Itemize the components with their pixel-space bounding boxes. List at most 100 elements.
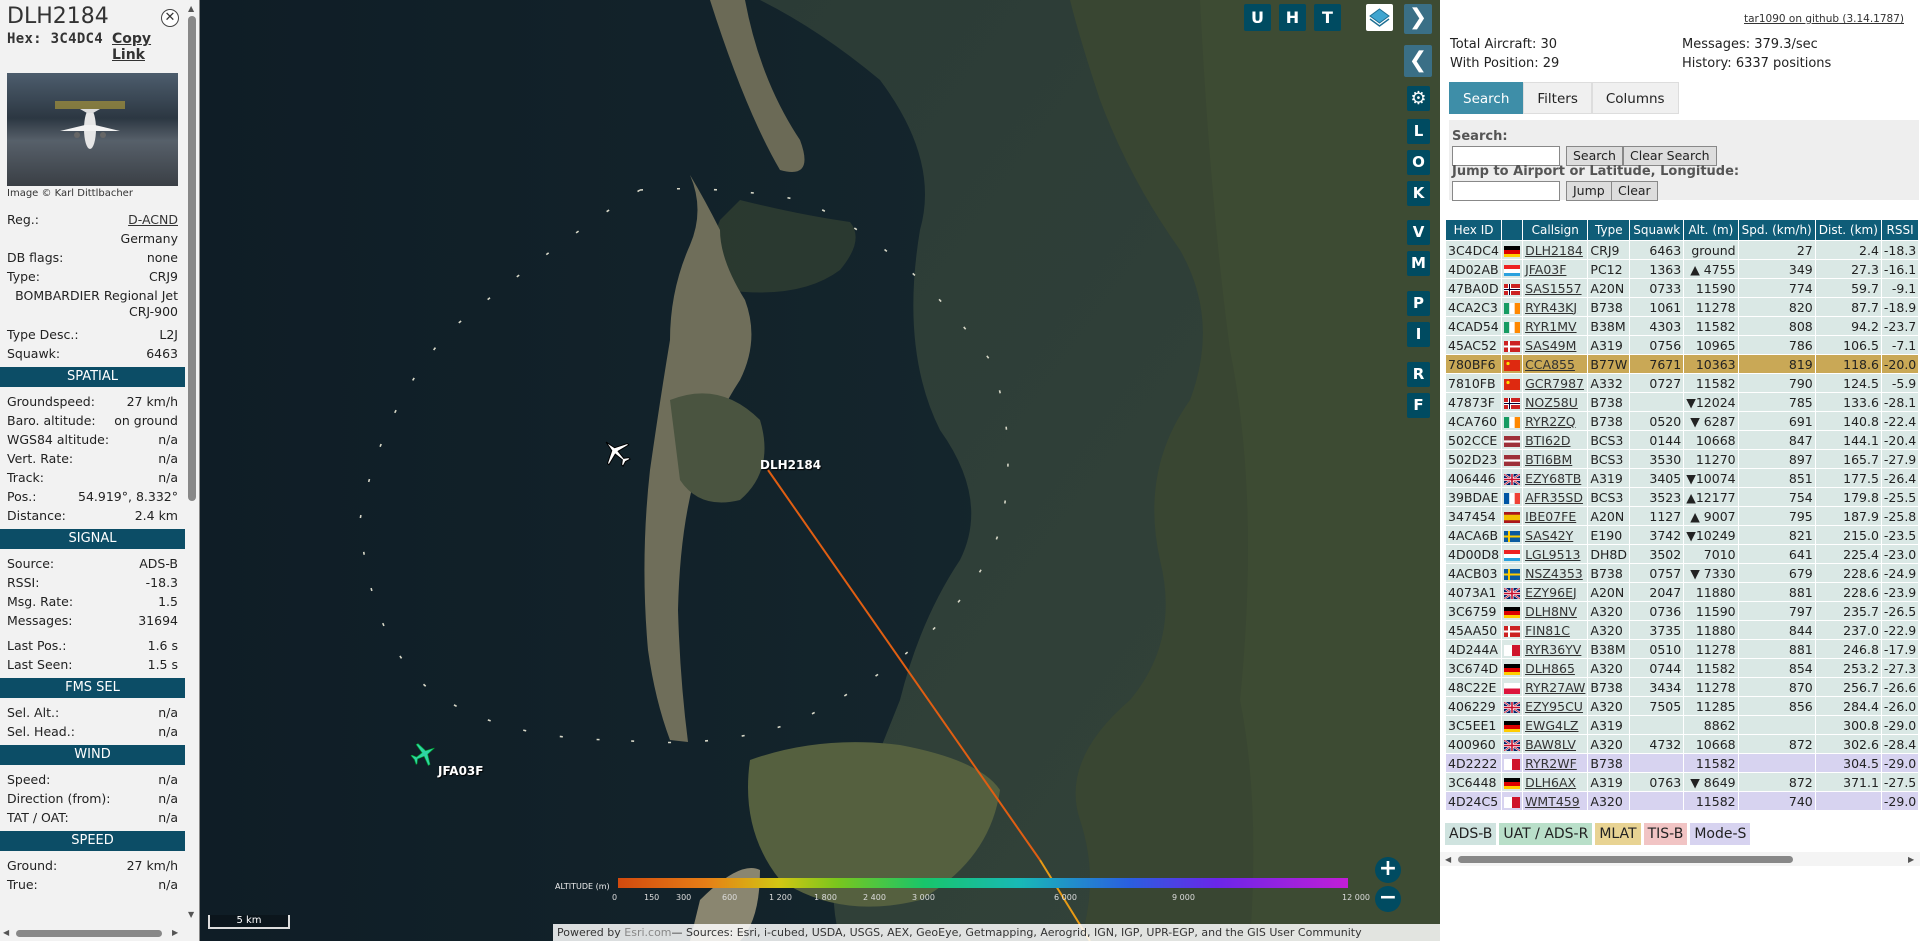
column-header-altitude[interactable]: Alt. (m) [1684, 220, 1738, 240]
table-row[interactable]: 47BA0D SAS1557 A20N 0733 11590 774 59.7 -9.1 [1446, 279, 1919, 297]
callsign-cell[interactable]: SAS1557 [1523, 279, 1588, 297]
table-row[interactable]: 4CAD54 RYR1MV B38M 4303 11582 808 94.2 -23.7 [1446, 317, 1919, 335]
callsign-cell[interactable]: SAS49M [1523, 336, 1588, 354]
map-button-m[interactable]: M [1407, 251, 1430, 276]
map-button-p[interactable]: P [1407, 291, 1430, 316]
table-row[interactable]: 4CA760 RYR2ZQ B738 0520 ▼ 6287 691 140.8 -22.4 [1446, 412, 1919, 430]
map-button-i[interactable]: I [1407, 322, 1430, 347]
table-row[interactable]: 347454 IBE07FE A20N 1127 ▲ 9007 795 187.9 -25.8 [1446, 507, 1919, 525]
back-button[interactable]: ❮ [1404, 45, 1432, 77]
column-header-speed[interactable]: Spd. (km/h) [1738, 220, 1815, 240]
callsign-cell[interactable]: DLH2184 [1523, 241, 1588, 259]
table-row[interactable]: 3C6448 DLH6AX A319 0763 ▼ 8649 872 371.1 -27.5 [1446, 773, 1919, 791]
info-scroll-thumb[interactable] [188, 16, 196, 501]
search-button[interactable]: Search [1566, 146, 1623, 166]
map-button-v[interactable]: V [1407, 220, 1430, 245]
legend-mode-s[interactable]: Mode-S [1690, 823, 1751, 845]
column-header-flag[interactable] [1502, 220, 1523, 240]
callsign-cell[interactable]: DLH6AX [1523, 773, 1588, 791]
table-row[interactable]: 45AC52 SAS49M A319 0756 10965 786 106.5 -7.1 [1446, 336, 1919, 354]
callsign-cell[interactable]: BTI6BM [1523, 450, 1588, 468]
legend-tis-b[interactable]: TIS-B [1643, 823, 1688, 845]
callsign-cell[interactable]: JFA03F [1523, 260, 1588, 278]
callsign-cell[interactable]: BTI62D [1523, 431, 1588, 449]
map-view[interactable]: ALTITUDE (m) 0 150 300 600 1 200 1 800 2 400 3 … [200, 0, 1440, 941]
table-row[interactable]: 3C674D DLH865 A320 0744 11582 854 253.2 -27.3 [1446, 659, 1919, 677]
callsign-cell[interactable]: DLH865 [1523, 659, 1588, 677]
column-header-squawk[interactable]: Squawk [1630, 220, 1684, 240]
table-row[interactable]: 502CCE BTI62D BCS3 0144 10668 847 144.1 -20.4 [1446, 431, 1919, 449]
callsign-cell[interactable]: RYR36YV [1523, 640, 1588, 658]
legend-uat-ads-r[interactable]: UAT / ADS-R [1499, 823, 1593, 845]
callsign-cell[interactable]: EZY68TB [1523, 469, 1588, 487]
table-row[interactable]: 406446 EZY68TB A319 3405 ▼10074 851 177.5 -26.4 [1446, 469, 1919, 487]
table-row[interactable]: 4D24C5 WMT459 A320 11582 740 -29.0 [1446, 792, 1919, 810]
table-row[interactable]: 4ACA6B SAS42Y E190 3742 ▼10249 821 215.0 -23.5 [1446, 526, 1919, 544]
settings-button[interactable]: ⚙ [1407, 86, 1430, 111]
scroll-left-icon[interactable]: ◀ [3, 928, 9, 937]
column-header-rssi[interactable]: RSSI [1881, 220, 1919, 240]
map-button-t[interactable]: T [1314, 4, 1341, 31]
table-hscroll-thumb[interactable] [1458, 856, 1793, 863]
map-button-r[interactable]: R [1407, 362, 1430, 387]
table-row[interactable]: 39BDAE AFR35SD BCS3 3523 ▲12177 754 179.8 -25.5 [1446, 488, 1919, 506]
aircraft-label-dlh2184[interactable]: DLH2184 [760, 458, 821, 472]
table-row[interactable]: 48C22E RYR27AW B738 3434 11278 870 256.7 -26.6 [1446, 678, 1919, 696]
table-row[interactable]: 4ACB03 NSZ4353 B738 0757 ▼ 7330 679 228.6 -24.9 [1446, 564, 1919, 582]
search-input[interactable] [1452, 146, 1560, 166]
table-row[interactable]: 7810FB GCR7987 A332 0727 11582 790 124.5 -5.9 [1446, 374, 1919, 392]
scroll-down-icon[interactable]: ▼ [188, 910, 194, 919]
table-row[interactable]: 502D23 BTI6BM BCS3 3530 11270 897 165.7 -27.9 [1446, 450, 1919, 468]
copy-link[interactable]: Copy Link [112, 31, 185, 63]
close-icon[interactable]: ✕ [161, 9, 179, 27]
callsign-cell[interactable]: RYR27AW [1523, 678, 1588, 696]
table-row[interactable]: 3C5EE1 EWG4LZ A319 8862 300.8 -29.0 [1446, 716, 1919, 734]
callsign-cell[interactable]: RYR2ZQ [1523, 412, 1588, 430]
map-button-u[interactable]: U [1244, 4, 1271, 31]
aircraft-label-jfa03f[interactable]: JFA03F [438, 764, 483, 778]
tab-filters[interactable]: Filters [1523, 82, 1592, 114]
scroll-right-icon[interactable]: ▶ [172, 928, 178, 937]
callsign-cell[interactable]: SAS42Y [1523, 526, 1588, 544]
info-hscroll-thumb[interactable] [16, 930, 162, 937]
scroll-right-icon[interactable]: ▶ [1908, 855, 1914, 864]
table-row[interactable]: 4D02AB JFA03F PC12 1363 ▲ 4755 349 27.3 -16.1 [1446, 260, 1919, 278]
aircraft-photo[interactable] [7, 73, 178, 186]
callsign-cell[interactable]: WMT459 [1523, 792, 1588, 810]
table-row[interactable]: 47873F NOZ58U B738 ▼12024 785 133.6 -28.1 [1446, 393, 1919, 411]
callsign-cell[interactable]: EWG4LZ [1523, 716, 1588, 734]
tab-search[interactable]: Search [1449, 82, 1524, 114]
zoom-out-button[interactable]: − [1375, 886, 1401, 912]
callsign-cell[interactable]: RYR1MV [1523, 317, 1588, 335]
callsign-cell[interactable]: FIN81C [1523, 621, 1588, 639]
info-vertical-scrollbar[interactable]: ▲ ▼ [186, 4, 198, 921]
scroll-left-icon[interactable]: ◀ [1445, 855, 1451, 864]
table-horizontal-scrollbar[interactable]: ◀ ▶ [1440, 852, 1920, 866]
table-row[interactable]: 4D00D8 LGL9513 DH8D 3502 7010 641 225.4 -23.0 [1446, 545, 1919, 563]
column-header-distance[interactable]: Dist. (km) [1815, 220, 1881, 240]
callsign-cell[interactable]: IBE07FE [1523, 507, 1588, 525]
callsign-cell[interactable]: RYR43KJ [1523, 298, 1588, 316]
table-row[interactable]: 406229 EZY95CU A320 7505 11285 856 284.4 -26.0 [1446, 697, 1919, 715]
callsign-cell[interactable]: EZY95CU [1523, 697, 1588, 715]
column-header-callsign[interactable]: Callsign [1523, 220, 1588, 240]
table-row[interactable]: 780BF6 CCA855 B77W 7671 10363 819 118.6 -20.0 [1446, 355, 1919, 373]
table-row[interactable]: 4CA2C3 RYR43KJ B738 1061 11278 820 87.7 -18.9 [1446, 298, 1919, 316]
collapse-sidebar-button[interactable]: ❯ [1404, 4, 1432, 34]
jump-input[interactable] [1452, 181, 1560, 201]
map-button-h[interactable]: H [1279, 4, 1306, 31]
column-header-hex-id[interactable]: Hex ID [1446, 220, 1502, 240]
callsign-cell[interactable]: CCA855 [1523, 355, 1588, 373]
table-row[interactable]: 4073A1 EZY96EJ A20N 2047 11880 881 228.6 -23.9 [1446, 583, 1919, 601]
github-link[interactable]: tar1090 on github (3.14.1787) [1744, 13, 1904, 25]
table-row[interactable]: 3C4DC4 DLH2184 CRJ9 6463 ground 27 2.4 -18.3 [1446, 241, 1919, 259]
legend-mlat[interactable]: MLAT [1595, 823, 1641, 845]
callsign-cell[interactable]: AFR35SD [1523, 488, 1588, 506]
callsign-cell[interactable]: BAW8LV [1523, 735, 1588, 753]
column-header-type[interactable]: Type [1588, 220, 1630, 240]
esri-link[interactable]: Esri.com [624, 926, 671, 939]
map-button-k[interactable]: K [1407, 181, 1430, 206]
selected-aircraft-icon[interactable] [600, 436, 632, 468]
table-row[interactable]: 45AA50 FIN81C A320 3735 11880 844 237.0 -22.9 [1446, 621, 1919, 639]
table-row[interactable]: 4D2222 RYR2WF B738 11582 304.5 -29.0 [1446, 754, 1919, 772]
